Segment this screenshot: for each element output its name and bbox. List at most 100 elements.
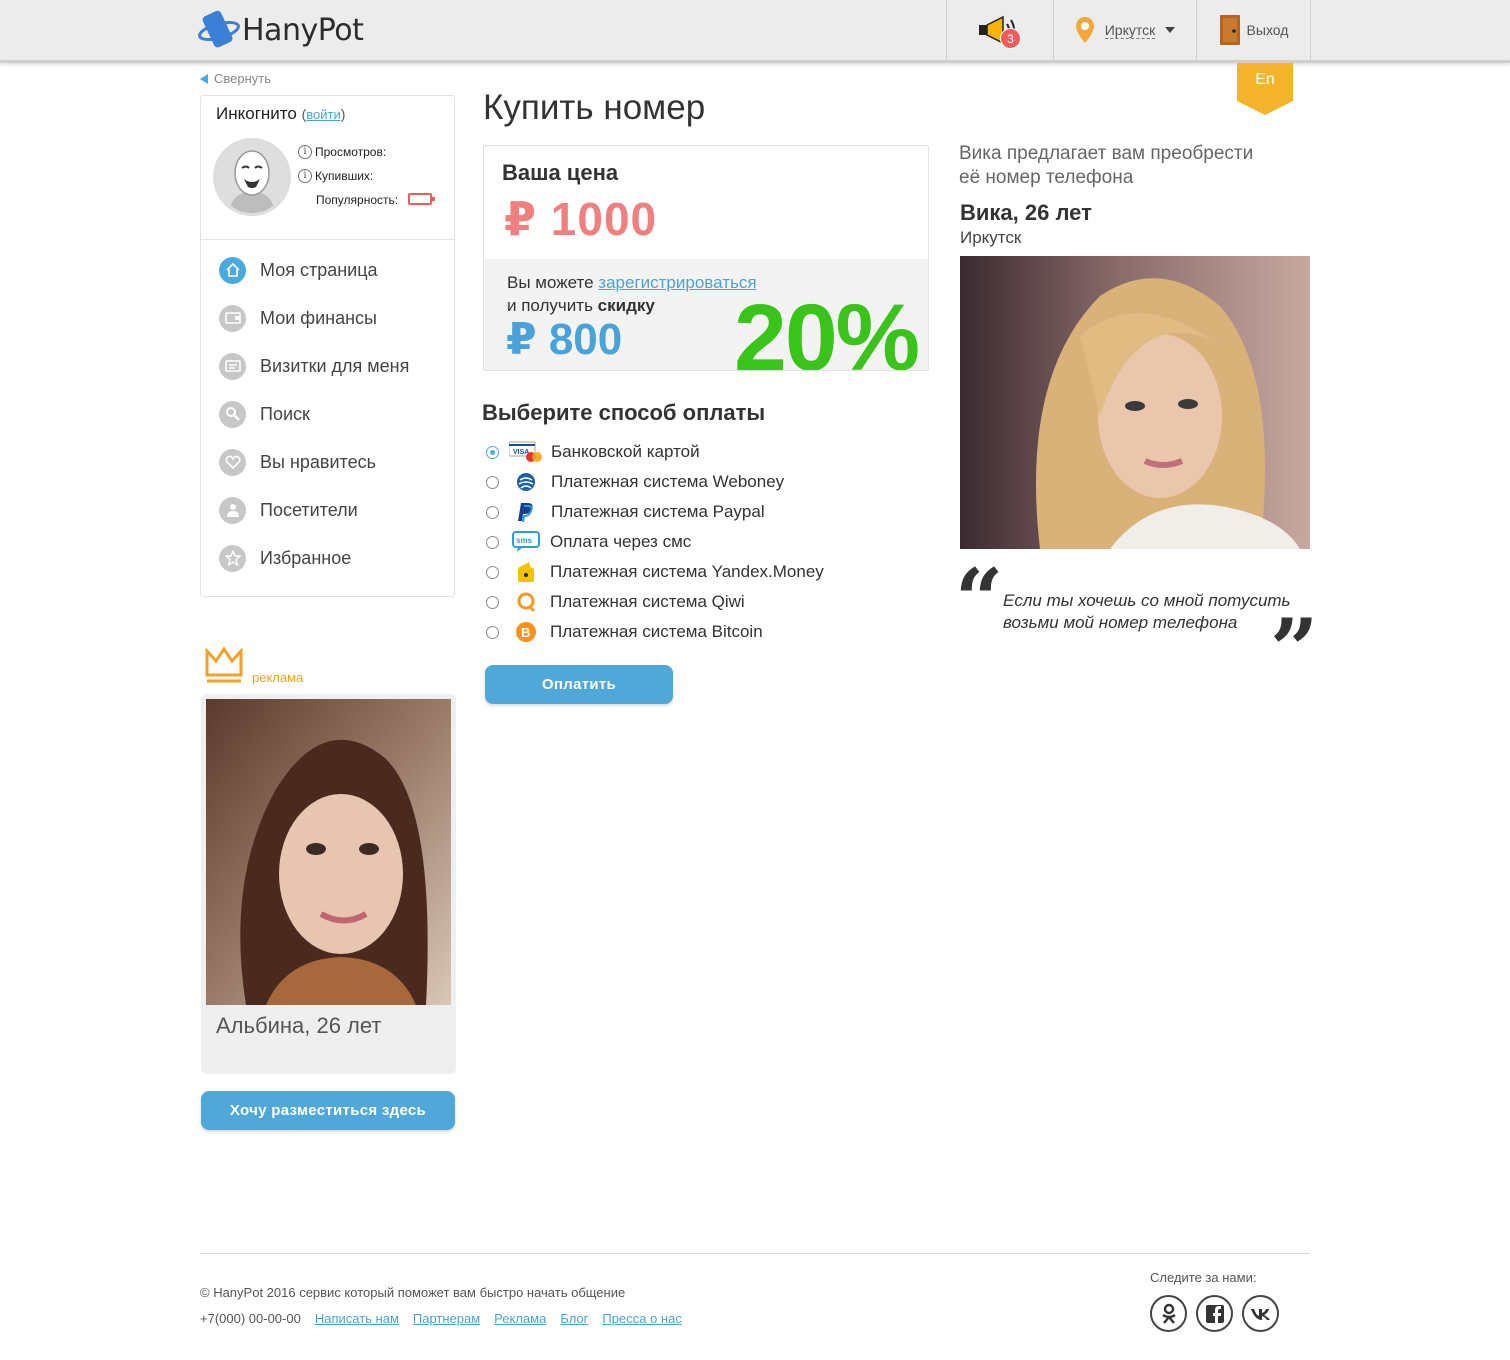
views-stat: i Просмотров: <box>298 145 386 159</box>
page-title: Купить номер <box>483 88 706 127</box>
radio-button[interactable] <box>486 445 499 459</box>
yandex-money-icon <box>509 560 543 584</box>
discount-line2: и получить скидку <box>507 296 655 315</box>
vk-icon[interactable] <box>1242 1295 1279 1332</box>
city-label: Иркутск <box>1104 21 1156 39</box>
logo-text: HanyPot <box>242 12 364 48</box>
payment-option-paypal[interactable]: Платежная система Paypal <box>486 499 765 525</box>
footer-link-contact[interactable]: Написать нам <box>315 1311 399 1326</box>
place-ad-button[interactable]: Хочу разместиться здесь <box>201 1091 455 1130</box>
language-label: En <box>1255 71 1275 88</box>
price-box: Ваша цена ₽ 1000 Вы можете зарегистриров… <box>483 145 929 371</box>
sidebar-item-likes[interactable]: Вы нравитесь <box>219 447 376 477</box>
quote-open-icon: “ <box>955 550 1004 649</box>
notification-count-badge: 3 <box>1000 28 1021 49</box>
svg-text:B: B <box>521 625 530 640</box>
avatar[interactable] <box>213 138 291 216</box>
star-icon <box>219 544 246 572</box>
user-icon <box>219 496 246 524</box>
sidebar-item-my-page[interactable]: Моя страница <box>219 255 378 285</box>
ad-label-text: реклама <box>252 670 304 685</box>
discount-area: Вы можете зарегистрироваться и получить … <box>484 259 928 371</box>
payment-option-card[interactable]: VISA Банковской картой <box>486 439 700 465</box>
home-icon <box>219 256 246 284</box>
sidebar-item-visitors[interactable]: Посетители <box>219 495 358 525</box>
divider <box>201 239 454 240</box>
discount-percent: 20% <box>734 285 920 371</box>
person-photo <box>960 256 1310 549</box>
info-icon[interactable]: i <box>298 169 312 183</box>
sidebar-item-finances[interactable]: Мои финансы <box>219 303 377 333</box>
discount-line1: Вы можете зарегистрироваться <box>507 273 757 292</box>
ad-card[interactable]: Альбина, 26 лет <box>201 694 456 1074</box>
login-link[interactable]: войти <box>306 107 340 122</box>
sidebar-item-cards[interactable]: Визитки для меня <box>219 351 409 381</box>
quote-close-icon: ” <box>1270 600 1319 699</box>
quote-text: Если ты хочешь со мной потусить возьми м… <box>1003 591 1291 632</box>
bitcoin-icon: B <box>509 620 543 644</box>
radio-button[interactable] <box>486 535 499 549</box>
odnoklassniki-icon[interactable] <box>1150 1295 1187 1332</box>
radio-button[interactable] <box>486 595 499 609</box>
top-header: HanyPot 3 Иркутск Выход <box>0 0 1510 63</box>
radio-button[interactable] <box>486 625 499 639</box>
sidebar-item-search[interactable]: Поиск <box>219 399 310 429</box>
register-link[interactable]: зарегистрироваться <box>598 273 756 292</box>
ad-photo[interactable] <box>206 699 451 1005</box>
card-icon <box>219 352 246 380</box>
footer-link-ads[interactable]: Реклама <box>494 1311 546 1326</box>
language-switch[interactable]: En <box>1237 63 1293 117</box>
pay-button[interactable]: Оплатить <box>485 665 673 704</box>
collapse-label: Свернуть <box>214 71 272 86</box>
footer-links: +7(000) 00-00-00 Написать нам Партнерам … <box>200 1311 682 1326</box>
payment-option-webmoney[interactable]: Платежная система Weboney <box>486 469 784 495</box>
heart-icon <box>219 448 246 476</box>
anonymous-mask-icon <box>216 141 288 213</box>
logout-label: Выход <box>1246 22 1289 38</box>
city-selector[interactable]: Иркутск <box>1053 0 1196 60</box>
payment-option-sms[interactable]: sms Оплата через смс <box>486 529 691 555</box>
info-icon[interactable]: i <box>298 145 312 159</box>
door-icon <box>1219 15 1240 45</box>
offer-text: Вика предлагает вам преобрести её номер … <box>959 143 1254 188</box>
profile-name-row: Инкогнито (войти) <box>216 104 346 123</box>
sidebar-item-favorites[interactable]: Избранное <box>219 543 351 573</box>
person-name: Вика, 26 лет <box>960 200 1092 225</box>
facebook-icon[interactable] <box>1196 1295 1233 1332</box>
footer-link-blog[interactable]: Блог <box>560 1311 588 1326</box>
price-value: ₽ 1000 <box>504 193 658 245</box>
popularity-stat: Популярность: <box>316 193 399 207</box>
location-pin-icon <box>1075 17 1094 43</box>
phone-number: +7(000) 00-00-00 <box>200 1311 301 1326</box>
triangle-left-icon <box>200 73 208 84</box>
logout-button[interactable]: Выход <box>1196 0 1311 60</box>
footer-link-press[interactable]: Пресса о нас <box>602 1311 681 1326</box>
buyers-stat: i Купивших: <box>298 169 373 183</box>
footer-link-partners[interactable]: Партнерам <box>413 1311 480 1326</box>
search-icon <box>219 400 246 428</box>
radio-button[interactable] <box>486 475 499 489</box>
logo[interactable]: HanyPot <box>198 8 364 52</box>
payment-option-yandex[interactable]: Платежная система Yandex.Money <box>486 559 824 585</box>
radio-button[interactable] <box>486 565 499 579</box>
collapse-sidebar-link[interactable]: Свернуть <box>200 71 271 86</box>
payment-title: Выберите способ оплаты <box>482 400 766 425</box>
qiwi-icon <box>509 590 543 614</box>
payment-option-bitcoin[interactable]: B Платежная система Bitcoin <box>486 619 763 645</box>
wallet-icon <box>219 304 246 332</box>
follow-label: Следите за нами: <box>1150 1270 1257 1285</box>
svg-text:sms: sms <box>516 536 533 545</box>
webmoney-icon <box>509 470 543 494</box>
visa-mastercard-icon: VISA <box>509 440 543 464</box>
payment-option-qiwi[interactable]: Платежная система Qiwi <box>486 589 745 615</box>
popularity-battery-icon <box>408 193 435 205</box>
radio-button[interactable] <box>486 505 499 519</box>
ad-person-name: Альбина, 26 лет <box>216 1013 382 1038</box>
person-city: Иркутск <box>960 228 1022 247</box>
paypal-icon <box>509 500 543 524</box>
crown-icon <box>205 646 243 683</box>
profile-panel: Инкогнито (войти) i Просмотров: i Купивш… <box>200 95 455 597</box>
logo-phone-icon <box>198 10 240 50</box>
notifications-button[interactable] <box>946 0 1053 60</box>
footer-divider <box>200 1253 1310 1254</box>
